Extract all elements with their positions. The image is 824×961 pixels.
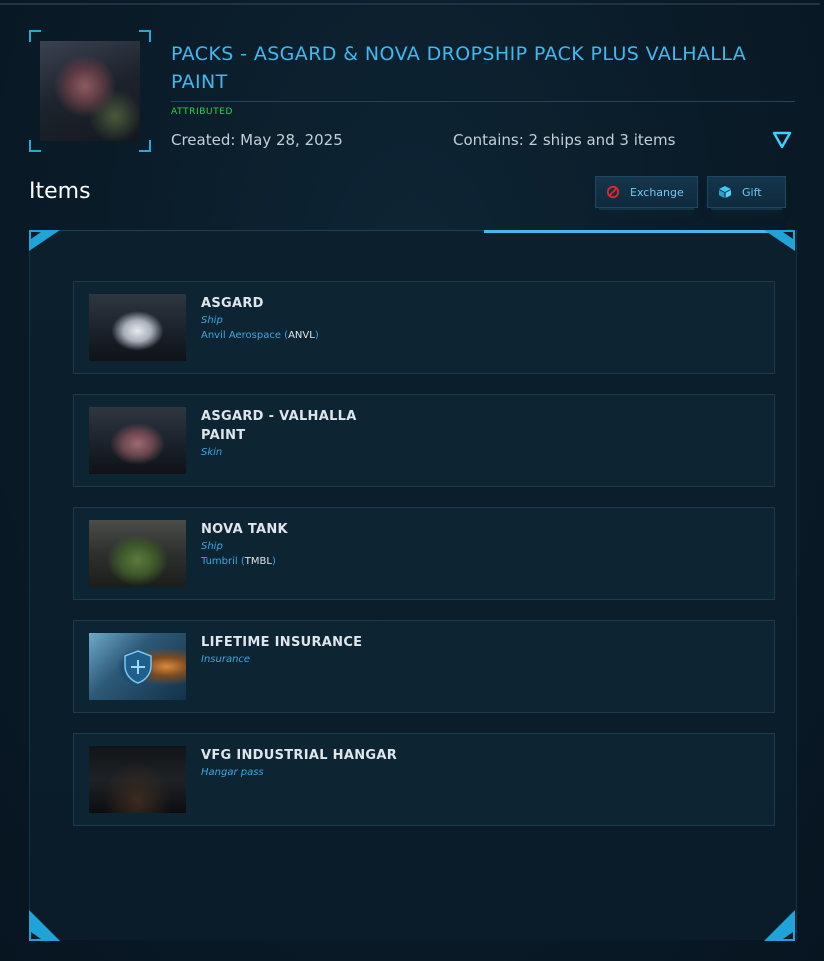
item-type: Hangar pass <box>201 767 264 778</box>
item-card-asgard[interactable]: ASGARD Ship Anvil Aerospace (ANVL) <box>73 281 775 374</box>
status-badge: ATTRIBUTED <box>171 107 234 117</box>
item-type: Skin <box>201 447 223 458</box>
valhalla-paint-thumbnail <box>89 407 186 474</box>
pack-thumbnail-frame <box>29 30 151 152</box>
nova-tank-thumbnail <box>89 520 186 587</box>
shield-icon <box>124 650 152 684</box>
item-card-lifetime-insurance[interactable]: LIFETIME INSURANCE Insurance <box>73 620 775 713</box>
gift-icon <box>719 186 731 198</box>
item-card-nova-tank[interactable]: NOVA TANK Ship Tumbril (TMBL) <box>73 507 775 600</box>
gift-button[interactable]: Gift <box>707 176 786 208</box>
item-type: Insurance <box>201 654 251 665</box>
item-name: LIFETIME INSURANCE <box>201 635 363 650</box>
item-card-valhalla-paint[interactable]: ASGARD - VALHALLA PAINT Skin <box>73 394 775 487</box>
created-date: Created: May 28, 2025 <box>171 131 343 149</box>
panel-corner-decoration <box>29 230 60 251</box>
item-card-vfg-hangar[interactable]: VFG INDUSTRIAL HANGAR Hangar pass <box>73 733 775 826</box>
contains-summary: Contains: 2 ships and 3 items <box>453 131 676 149</box>
hangar-thumbnail <box>89 746 186 813</box>
pack-title: PACKS - ASGARD & NOVA DROPSHIP PACK PLUS… <box>171 43 747 93</box>
panel-corner-decoration <box>764 230 795 251</box>
item-name: ASGARD - VALHALLA PAINT <box>201 409 357 443</box>
pledge-detail-page: PACKS - ASGARD & NOVA DROPSHIP PACK PLUS… <box>0 0 824 961</box>
items-heading: Items <box>29 179 91 204</box>
panel-accent-bar <box>484 230 774 233</box>
item-name: ASGARD <box>201 296 264 311</box>
panel-corner-decoration <box>764 910 795 941</box>
item-name: VFG INDUSTRIAL HANGAR <box>201 748 398 763</box>
item-manufacturer: Tumbril (TMBL) <box>201 556 276 567</box>
panel-corner-decoration <box>29 910 60 941</box>
pack-thumbnail <box>40 41 140 141</box>
exchange-button-label: Exchange <box>630 185 684 199</box>
item-type: Ship <box>201 315 223 326</box>
exchange-button[interactable]: Exchange <box>595 176 698 208</box>
item-name: NOVA TANK <box>201 522 288 537</box>
top-divider <box>0 3 820 5</box>
item-manufacturer: Anvil Aerospace (ANVL) <box>201 330 319 341</box>
item-type: Ship <box>201 541 223 552</box>
gift-button-label: Gift <box>742 185 762 199</box>
insurance-thumbnail <box>89 633 186 700</box>
asgard-thumbnail <box>89 294 186 361</box>
chevron-down-icon[interactable] <box>772 130 792 150</box>
prohibited-icon <box>606 185 620 199</box>
title-divider <box>171 101 795 102</box>
